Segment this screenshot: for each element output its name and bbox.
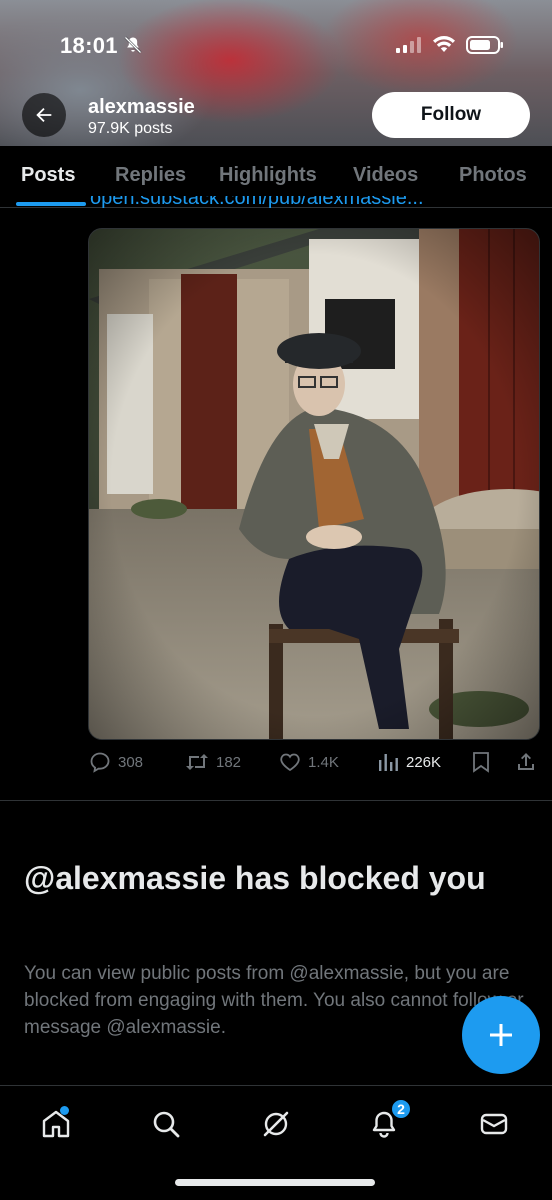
section-divider bbox=[0, 800, 552, 801]
post-photo-illustration bbox=[89, 229, 539, 739]
post-link[interactable]: open.substack.com/pub/alexmassie... bbox=[90, 196, 530, 210]
compose-post-button[interactable] bbox=[462, 996, 540, 1074]
profile-header: 18:01 alexmassie 97.9K posts Follow bbox=[0, 0, 552, 146]
post-image[interactable] bbox=[88, 228, 540, 740]
tab-replies[interactable]: Replies bbox=[115, 164, 186, 187]
tab-highlights[interactable]: Highlights bbox=[219, 164, 317, 187]
post-count: 97.9K posts bbox=[88, 120, 173, 137]
post-link-text: open.substack.com/pub/alexmassie... bbox=[90, 196, 424, 209]
reply-icon bbox=[90, 752, 110, 773]
blocked-notice-body: You can view public posts from @alexmass… bbox=[24, 963, 524, 1038]
blocked-notice-title: @alexmassie has blocked you bbox=[24, 860, 486, 896]
tab-posts[interactable]: Posts bbox=[21, 164, 75, 187]
nav-grok[interactable] bbox=[256, 1104, 296, 1144]
nav-home[interactable] bbox=[36, 1104, 76, 1144]
tab-photos[interactable]: Photos bbox=[459, 164, 527, 187]
repost-button[interactable]: 182 bbox=[184, 750, 241, 774]
follow-button[interactable]: Follow bbox=[372, 92, 530, 138]
tab-videos[interactable]: Videos bbox=[353, 164, 418, 187]
reply-count: 308 bbox=[118, 753, 144, 771]
nav-messages[interactable] bbox=[474, 1104, 514, 1144]
nav-search[interactable] bbox=[146, 1104, 186, 1144]
share-button[interactable] bbox=[514, 750, 538, 774]
home-indicator bbox=[175, 1179, 375, 1186]
grok-icon bbox=[263, 1111, 289, 1137]
share-icon bbox=[518, 753, 534, 770]
repost-count: 182 bbox=[216, 753, 242, 771]
status-bar: 18:01 bbox=[0, 0, 552, 90]
notification-badge: 2 bbox=[390, 1098, 412, 1120]
wifi-icon bbox=[433, 36, 455, 52]
search-icon bbox=[153, 1111, 180, 1138]
repost-icon bbox=[186, 754, 208, 770]
back-button[interactable] bbox=[22, 93, 66, 137]
plus-icon bbox=[490, 1024, 512, 1046]
views-count: 226K bbox=[406, 753, 442, 771]
back-arrow-icon bbox=[36, 107, 52, 123]
battery-icon bbox=[466, 36, 503, 54]
profile-name: alexmassie bbox=[88, 96, 195, 118]
views-icon bbox=[379, 754, 398, 771]
bookmark-button[interactable] bbox=[470, 750, 492, 774]
like-icon bbox=[280, 753, 300, 772]
bell-off-icon bbox=[124, 36, 142, 54]
views-button[interactable]: 226K bbox=[376, 750, 441, 774]
profile-page: 18:01 alexmassie 97.9K posts Follow Post… bbox=[0, 0, 552, 1200]
like-button[interactable]: 1.4K bbox=[278, 750, 339, 774]
signal-icon bbox=[396, 37, 421, 53]
mail-icon bbox=[480, 1113, 508, 1135]
like-count: 1.4K bbox=[308, 753, 339, 771]
status-time: 18:01 bbox=[60, 33, 118, 58]
post-actions: 308 182 1.4K 226K bbox=[88, 750, 540, 780]
reply-button[interactable]: 308 bbox=[88, 750, 143, 774]
bookmark-icon bbox=[473, 752, 489, 773]
home-unread-dot bbox=[60, 1106, 69, 1115]
active-tab-indicator bbox=[16, 202, 86, 206]
